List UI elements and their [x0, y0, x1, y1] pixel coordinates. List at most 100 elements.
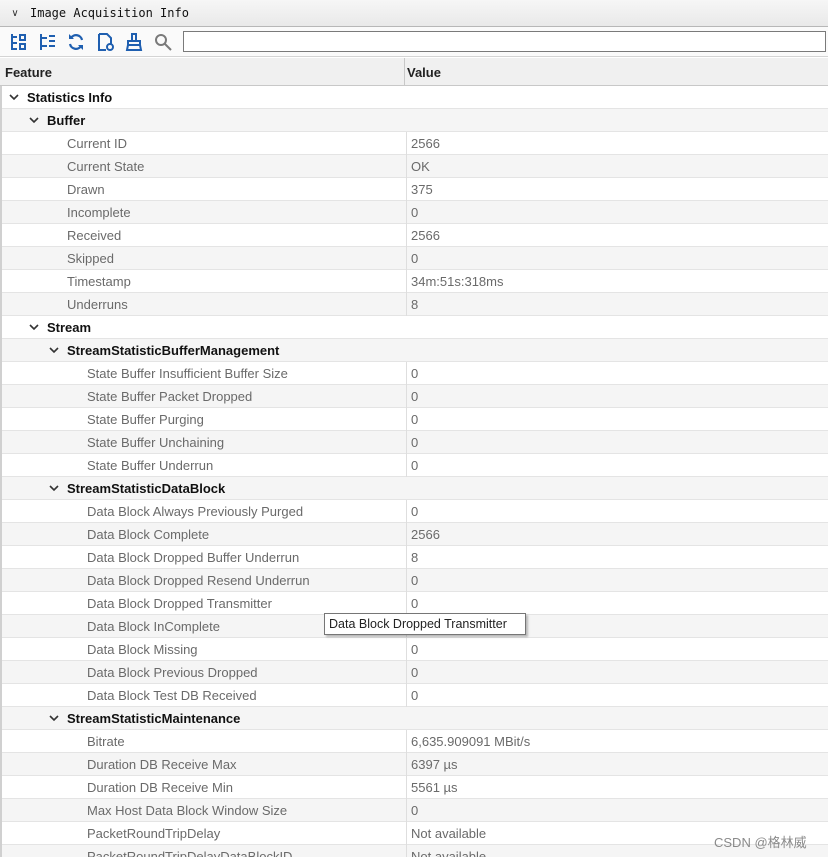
value-cell[interactable]: 0: [411, 803, 418, 818]
tree-row[interactable]: Incomplete 0: [2, 201, 828, 224]
tree-row[interactable]: Current State OK: [2, 155, 828, 178]
cell-divider: [406, 454, 407, 477]
expand-all-icon[interactable]: [5, 29, 31, 55]
value-cell[interactable]: 0: [411, 205, 418, 220]
chevron-down-icon[interactable]: ∨: [8, 8, 22, 19]
tree-group-row[interactable]: StreamStatisticBufferManagement: [2, 339, 828, 362]
tree-row[interactable]: Current ID 2566: [2, 132, 828, 155]
tree-row[interactable]: Data Block Missing 0: [2, 638, 828, 661]
tree-row[interactable]: State Buffer Purging 0: [2, 408, 828, 431]
tree-row[interactable]: Data Block Test DB Received 0: [2, 684, 828, 707]
tree-group-row[interactable]: StreamStatisticMaintenance: [2, 707, 828, 730]
cell-divider: [406, 753, 407, 776]
cell-divider: [406, 799, 407, 822]
tree-row[interactable]: Timestamp 34m:51s:318ms: [2, 270, 828, 293]
toolbar: [0, 27, 828, 57]
tree-row[interactable]: State Buffer Underrun 0: [2, 454, 828, 477]
tree-row[interactable]: Skipped 0: [2, 247, 828, 270]
value-cell[interactable]: 8: [411, 550, 418, 565]
cell-divider: [406, 178, 407, 201]
tree-row[interactable]: Received 2566: [2, 224, 828, 247]
value-cell[interactable]: 0: [411, 642, 418, 657]
expand-chevron-icon[interactable]: [28, 114, 40, 126]
value-cell[interactable]: 0: [411, 596, 418, 611]
value-cell[interactable]: Not available: [411, 826, 486, 841]
feature-label: State Buffer Insufficient Buffer Size: [87, 366, 288, 381]
collapse-all-icon[interactable]: [34, 29, 60, 55]
value-cell[interactable]: 0: [411, 458, 418, 473]
tree-row[interactable]: Data Block Dropped Transmitter 0: [2, 592, 828, 615]
feature-label: Buffer: [47, 113, 86, 128]
feature-label: Current ID: [67, 136, 127, 151]
cell-divider: [406, 270, 407, 293]
value-cell[interactable]: 0: [411, 665, 418, 680]
tree-row[interactable]: State Buffer Packet Dropped 0: [2, 385, 828, 408]
feature-tree[interactable]: Statistics Info Buffer Current ID 2566 Curre…: [0, 86, 828, 857]
refresh-icon[interactable]: [63, 29, 89, 55]
search-input[interactable]: [183, 31, 826, 52]
value-cell[interactable]: 6,635.909091 MBit/s: [411, 734, 530, 749]
value-cell[interactable]: 0: [411, 251, 418, 266]
tree-row[interactable]: Drawn 375: [2, 178, 828, 201]
cell-divider: [406, 132, 407, 155]
expand-chevron-icon[interactable]: [48, 712, 60, 724]
tree-row[interactable]: State Buffer Unchaining 0: [2, 431, 828, 454]
column-header-value[interactable]: Value: [407, 65, 441, 80]
cell-divider: [406, 385, 407, 408]
tree-row[interactable]: PacketRoundTripDelay Not available: [2, 822, 828, 845]
value-cell[interactable]: 34m:51s:318ms: [411, 274, 504, 289]
clear-icon[interactable]: [121, 29, 147, 55]
cell-divider: [406, 546, 407, 569]
cell-divider: [406, 293, 407, 316]
value-cell[interactable]: 2566: [411, 136, 440, 151]
feature-label: Incomplete: [67, 205, 131, 220]
value-cell[interactable]: 0: [411, 504, 418, 519]
value-cell[interactable]: 0: [411, 688, 418, 703]
tree-row[interactable]: Data Block Complete 2566: [2, 523, 828, 546]
cell-divider: [406, 822, 407, 845]
tree-row[interactable]: Duration DB Receive Max 6397 µs: [2, 753, 828, 776]
tree-row[interactable]: Data Block Dropped Buffer Underrun 8: [2, 546, 828, 569]
value-cell[interactable]: 8: [411, 297, 418, 312]
tree-group-row[interactable]: Stream: [2, 316, 828, 339]
value-cell[interactable]: 0: [411, 435, 418, 450]
feature-label: State Buffer Purging: [87, 412, 204, 427]
tree-row[interactable]: PacketRoundTripDelayDataBlockID Not avail…: [2, 845, 828, 857]
expand-chevron-icon[interactable]: [28, 321, 40, 333]
search-icon[interactable]: [150, 29, 176, 55]
value-cell[interactable]: 6397 µs: [411, 757, 458, 772]
cell-divider: [406, 592, 407, 615]
tree-row[interactable]: Duration DB Receive Min 5561 µs: [2, 776, 828, 799]
tree-row[interactable]: Data Block Dropped Resend Underrun 0: [2, 569, 828, 592]
tree-row[interactable]: Bitrate 6,635.909091 MBit/s: [2, 730, 828, 753]
value-cell[interactable]: 375: [411, 182, 433, 197]
value-cell[interactable]: Not available: [411, 849, 486, 857]
export-icon[interactable]: [92, 29, 118, 55]
value-cell[interactable]: 0: [411, 389, 418, 404]
cell-divider: [406, 638, 407, 661]
expand-chevron-icon[interactable]: [48, 482, 60, 494]
value-cell[interactable]: 0: [411, 573, 418, 588]
panel-title-bar[interactable]: ∨ Image Acquisition Info: [0, 0, 828, 27]
tree-row[interactable]: Data Block Previous Dropped 0: [2, 661, 828, 684]
value-cell[interactable]: 2566: [411, 228, 440, 243]
tree-group-row[interactable]: Statistics Info: [2, 86, 828, 109]
tree-row[interactable]: Max Host Data Block Window Size 0: [2, 799, 828, 822]
column-divider[interactable]: [404, 58, 405, 86]
expand-chevron-icon[interactable]: [48, 344, 60, 356]
value-cell[interactable]: OK: [411, 159, 430, 174]
value-cell[interactable]: 0: [411, 366, 418, 381]
tree-row[interactable]: Data Block Always Previously Purged 0: [2, 500, 828, 523]
value-cell[interactable]: 2566: [411, 527, 440, 542]
feature-label: Stream: [47, 320, 92, 335]
value-cell[interactable]: 5561 µs: [411, 780, 458, 795]
feature-label: State Buffer Unchaining: [87, 435, 225, 450]
value-cell[interactable]: 0: [411, 412, 418, 427]
tree-group-row[interactable]: Buffer: [2, 109, 828, 132]
cell-divider: [406, 776, 407, 799]
tree-row[interactable]: State Buffer Insufficient Buffer Size 0: [2, 362, 828, 385]
tree-row[interactable]: Underruns 8: [2, 293, 828, 316]
column-header-feature[interactable]: Feature: [5, 65, 52, 80]
tree-group-row[interactable]: StreamStatisticDataBlock: [2, 477, 828, 500]
expand-chevron-icon[interactable]: [8, 91, 20, 103]
